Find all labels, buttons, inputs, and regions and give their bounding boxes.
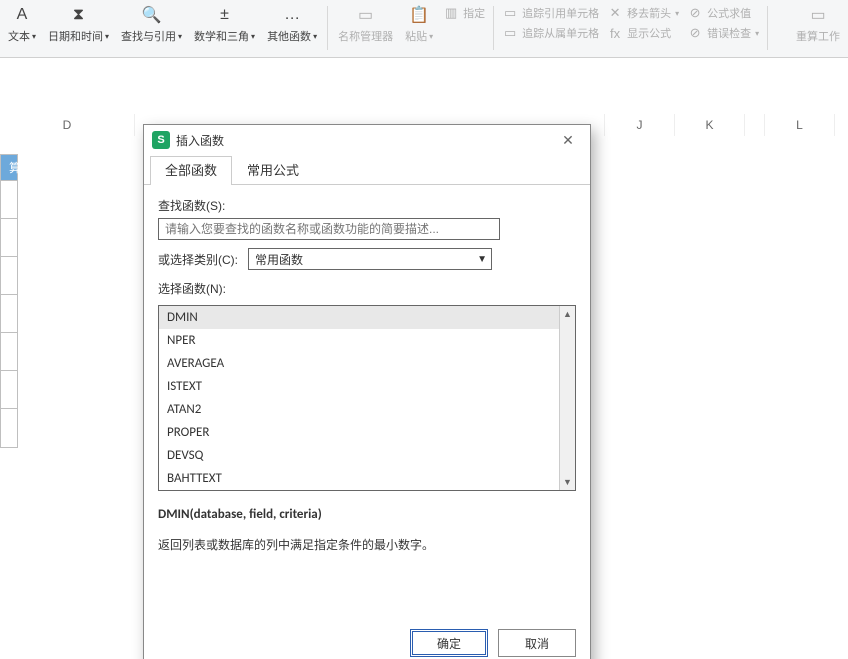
chevron-down-icon: ▾	[755, 29, 759, 38]
eval-icon: ⊘	[687, 5, 703, 21]
close-button[interactable]: ✕	[554, 128, 582, 152]
table-cell[interactable]	[1, 295, 17, 333]
table-cell[interactable]	[1, 333, 17, 371]
table-cell[interactable]	[1, 257, 17, 295]
scrollbar[interactable]: ▲ ▼	[559, 306, 575, 490]
category-value: 常用函数	[255, 251, 303, 268]
cancel-button[interactable]: 取消	[498, 629, 576, 657]
insert-function-dialog: S 插入函数 ✕ 全部函数 常用公式 查找函数(S): 或选择类别(C): 常用…	[143, 124, 591, 659]
ribbon-group-text[interactable]: A 文本▾	[2, 4, 42, 44]
select-function-label: 选择函数(N):	[158, 280, 576, 297]
ribbon-assign: ▥指定	[443, 4, 485, 22]
chevron-down-icon: ▾	[251, 32, 255, 41]
function-item[interactable]: PROPER	[159, 421, 559, 444]
separator	[327, 6, 328, 50]
trace-icon: ▭	[502, 5, 518, 21]
function-description: 返回列表或数据库的列中满足指定条件的最小数字。	[158, 536, 576, 553]
col-header[interactable]: D	[0, 114, 135, 136]
ribbon-small-col-2: ▭追踪引用单元格 ▭追踪从属单元格	[498, 4, 603, 42]
search-input[interactable]	[158, 218, 500, 240]
function-item[interactable]: DMIN	[159, 306, 559, 329]
dialog-titlebar[interactable]: S 插入函数 ✕	[144, 125, 590, 155]
recalc-icon: ▭	[804, 4, 832, 26]
function-item[interactable]: BAHTTEXT	[159, 467, 559, 490]
table-header: 算	[1, 155, 17, 181]
ribbon-group-recalc: ▭ 重算工作	[790, 4, 846, 44]
text-icon: A	[8, 4, 36, 26]
paste-icon: 📋	[405, 4, 433, 26]
chevron-down-icon: ▾	[178, 32, 182, 41]
math-icon: ±	[211, 4, 239, 26]
col-header	[745, 114, 765, 136]
chevron-down-icon: ▾	[32, 32, 36, 41]
chevron-down-icon: ▾	[313, 32, 317, 41]
ribbon-show-formula: fx显示公式	[607, 24, 679, 42]
app-logo-icon: S	[152, 131, 170, 149]
ribbon-group-name-manager: ▭ 名称管理器	[332, 4, 399, 44]
ribbon: A 文本▾ ⧗ 日期和时间▾ 🔍 查找与引用▾ ± 数学和三角▾ … 其他函数▾…	[0, 0, 848, 58]
dialog-tabs: 全部函数 常用公式	[144, 155, 590, 185]
close-icon: ✕	[562, 132, 574, 149]
name-manager-icon: ▭	[352, 4, 380, 26]
search-icon: 🔍	[138, 4, 166, 26]
table-cell[interactable]	[1, 219, 17, 257]
ribbon-group-other[interactable]: … 其他函数▾	[261, 4, 323, 44]
separator	[767, 6, 768, 50]
function-item[interactable]: NPER	[159, 329, 559, 352]
dialog-title: 插入函数	[176, 132, 224, 149]
sheet-area: D J K L 算 S 插入函数 ✕ 全部函数 常用公式 查找函数(S)	[0, 58, 848, 659]
function-item[interactable]: AVERAGEA	[159, 352, 559, 375]
ribbon-group-math[interactable]: ± 数学和三角▾	[188, 4, 261, 44]
more-icon: …	[278, 4, 306, 26]
ribbon-group-lookup[interactable]: 🔍 查找与引用▾	[115, 4, 188, 44]
partial-table: 算	[0, 154, 18, 448]
remove-arrow-icon: ✕	[607, 5, 623, 21]
ribbon-small-col-1: ▥指定	[439, 4, 489, 42]
chevron-down-icon: ▾	[675, 9, 679, 18]
ribbon-group-datetime[interactable]: ⧗ 日期和时间▾	[42, 4, 115, 44]
ribbon-eval: ⊘公式求值	[687, 4, 759, 22]
ribbon-remove-arrow: ✕移去箭头▾	[607, 4, 679, 22]
tab-common-formulas[interactable]: 常用公式	[232, 156, 314, 185]
chevron-down-icon: ▾	[105, 32, 109, 41]
table-cell[interactable]	[1, 181, 17, 219]
tab-all-functions[interactable]: 全部函数	[150, 156, 232, 185]
table-cell[interactable]	[1, 409, 17, 447]
dialog-body: 查找函数(S): 或选择类别(C): 常用函数 ▼ 选择函数(N): DMIN …	[144, 185, 590, 619]
search-label: 查找函数(S):	[158, 197, 576, 214]
table-cell[interactable]	[1, 371, 17, 409]
function-list: DMIN NPER AVERAGEA ISTEXT ATAN2 PROPER D…	[158, 305, 576, 491]
category-select[interactable]: 常用函数 ▼	[248, 248, 492, 270]
clock-icon: ⧗	[65, 4, 93, 26]
col-header[interactable]: L	[765, 114, 835, 136]
function-item[interactable]: ISTEXT	[159, 375, 559, 398]
chevron-down-icon: ▼	[477, 254, 487, 265]
dialog-footer: 确定 取消	[144, 619, 590, 659]
ribbon-small-col-3: ✕移去箭头▾ fx显示公式	[603, 4, 683, 42]
scroll-down-icon[interactable]: ▼	[563, 474, 572, 490]
ribbon-small-col-4: ⊘公式求值 ⊘错误检查▾	[683, 4, 763, 42]
col-header[interactable]: K	[675, 114, 745, 136]
chevron-down-icon: ▾	[429, 32, 433, 41]
ribbon-empty	[443, 24, 485, 42]
assign-icon: ▥	[443, 5, 459, 21]
category-label: 或选择类别(C):	[158, 251, 238, 268]
ribbon-trace-dep: ▭追踪从属单元格	[502, 24, 599, 42]
ribbon-error-check: ⊘错误检查▾	[687, 24, 759, 42]
separator	[493, 6, 494, 50]
col-header[interactable]: J	[605, 114, 675, 136]
trace-icon: ▭	[502, 25, 518, 41]
error-icon: ⊘	[687, 25, 703, 41]
scroll-up-icon[interactable]: ▲	[563, 306, 572, 322]
ribbon-group-paste: 📋 粘贴▾	[399, 4, 439, 44]
ok-button[interactable]: 确定	[410, 629, 488, 657]
fx-icon: fx	[607, 26, 623, 41]
function-item[interactable]: DEVSQ	[159, 444, 559, 467]
function-item[interactable]: ATAN2	[159, 398, 559, 421]
ribbon-trace-prec: ▭追踪引用单元格	[502, 4, 599, 22]
function-signature: DMIN(database, field, criteria)	[158, 507, 576, 522]
